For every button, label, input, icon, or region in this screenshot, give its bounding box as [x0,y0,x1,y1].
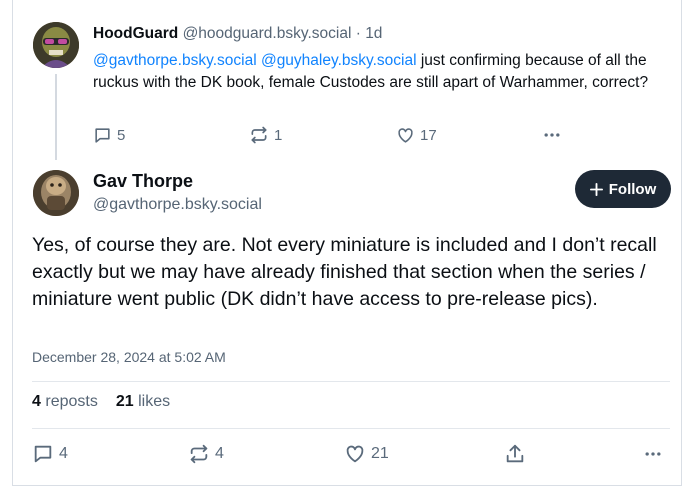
more-icon [544,133,560,137]
plus-icon [589,182,603,196]
follow-label: Follow [608,180,657,198]
post-timestamp[interactable]: December 28, 2024 at 5:02 AM [32,349,226,365]
author-handle[interactable]: @hoodguard.bsky.social [183,25,352,42]
likes-stat[interactable]: 21 likes [116,393,170,411]
follow-button[interactable]: Follow [575,170,671,208]
more-options-button[interactable] [541,125,563,145]
divider [32,428,670,429]
post-age[interactable]: 1d [365,25,382,42]
parent-post[interactable]: HoodGuard @hoodguard.bsky.social · 1d @g… [13,0,681,160]
reply-button[interactable]: 5 [93,126,125,145]
main-actions: 4 4 21 [32,442,672,466]
like-count: 21 [371,445,389,462]
author-handle[interactable]: @gavthorpe.bsky.social [93,196,262,214]
like-button[interactable]: 21 [344,443,389,465]
repost-count: 4 [215,445,224,462]
repost-button[interactable]: 1 [249,125,282,145]
parent-actions: 5 1 17 [93,124,653,146]
like-count: 17 [420,126,437,144]
parent-post-text: @gavthorpe.bsky.social @guyhaley.bsky.so… [93,50,663,94]
repost-icon [190,444,208,464]
divider [32,381,670,382]
mention-link[interactable]: @gavthorpe.bsky.social [93,52,257,69]
repost-icon [251,126,267,144]
separator: · [355,25,361,42]
parent-post-header: HoodGuard @hoodguard.bsky.social · 1d [93,25,382,43]
post-body: Yes, of course they are. Not every minia… [32,234,657,310]
reply-icon [34,445,52,463]
avatar[interactable] [33,170,79,216]
author-name[interactable]: Gav Thorpe [93,171,193,192]
reply-count: 4 [59,445,68,462]
share-icon [506,444,524,463]
more-icon [645,452,661,456]
reply-count: 5 [117,126,126,144]
author-name[interactable]: HoodGuard [93,25,178,42]
heart-icon [398,127,413,143]
thread-line [55,74,57,160]
engagement-stats: 4 reposts 21 likes [32,393,170,411]
like-button[interactable]: 17 [396,126,437,145]
reply-button[interactable]: 4 [32,443,68,465]
share-button[interactable] [504,443,526,465]
reposts-stat[interactable]: 4 reposts [32,393,98,411]
more-options-button[interactable] [642,444,664,464]
repost-count: 1 [274,126,283,144]
repost-button[interactable]: 4 [188,443,224,465]
mention-link[interactable]: @guyhaley.bsky.social [261,52,417,69]
reply-icon [95,127,110,143]
avatar[interactable] [33,22,79,68]
post-thread: HoodGuard @hoodguard.bsky.social · 1d @g… [12,0,682,486]
heart-icon [346,445,364,463]
